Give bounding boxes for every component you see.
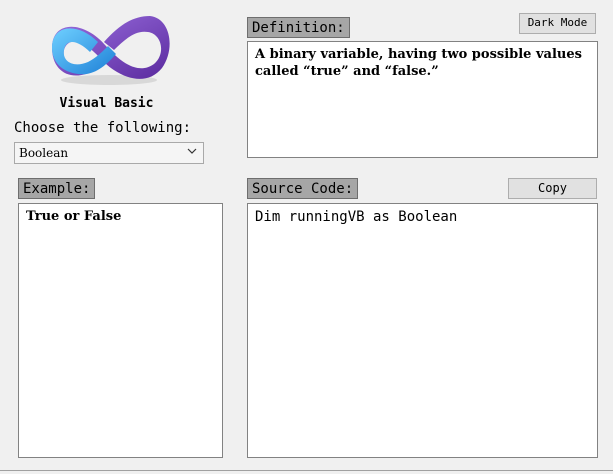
definition-panel: A binary variable, having two possible v… [247, 41, 598, 158]
type-dropdown-value: Boolean [19, 146, 69, 160]
type-dropdown[interactable]: Boolean [14, 142, 204, 164]
definition-label: Definition: [247, 17, 350, 38]
source-code-text: Dim runningVB as Boolean [255, 209, 458, 225]
source-code-panel[interactable]: Dim runningVB as Boolean [247, 203, 598, 458]
choose-label: Choose the following: [14, 120, 192, 136]
app-title: Visual Basic [59, 96, 154, 111]
dark-mode-button[interactable]: Dark Mode [519, 13, 596, 34]
chevron-down-icon [187, 148, 197, 154]
copy-button[interactable]: Copy [508, 178, 597, 199]
example-panel[interactable]: True or False [18, 203, 223, 458]
example-label: Example: [18, 178, 96, 199]
visual-studio-logo-icon [52, 16, 170, 85]
definition-text: A binary variable, having two possible v… [255, 47, 582, 79]
example-text: True or False [26, 209, 122, 224]
window-bottom-border [0, 470, 613, 471]
source-code-label: Source Code: [247, 178, 359, 199]
